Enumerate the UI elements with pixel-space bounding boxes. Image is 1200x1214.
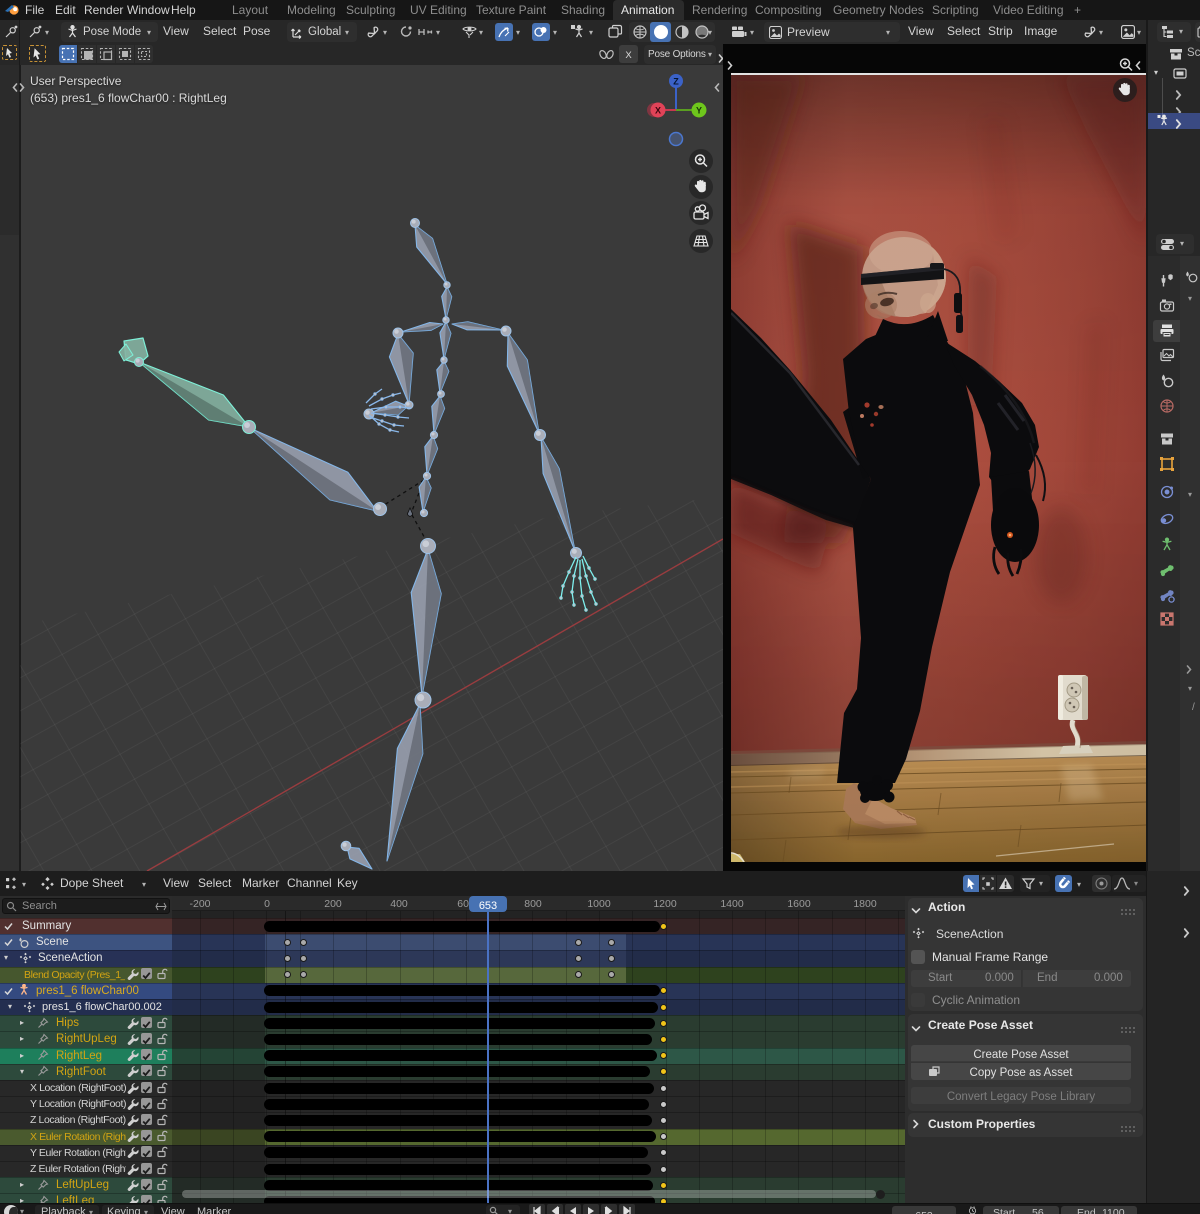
svg-text:X: X <box>655 106 661 116</box>
svg-text:Y: Y <box>696 106 702 116</box>
svg-text:Z: Z <box>673 77 679 87</box>
